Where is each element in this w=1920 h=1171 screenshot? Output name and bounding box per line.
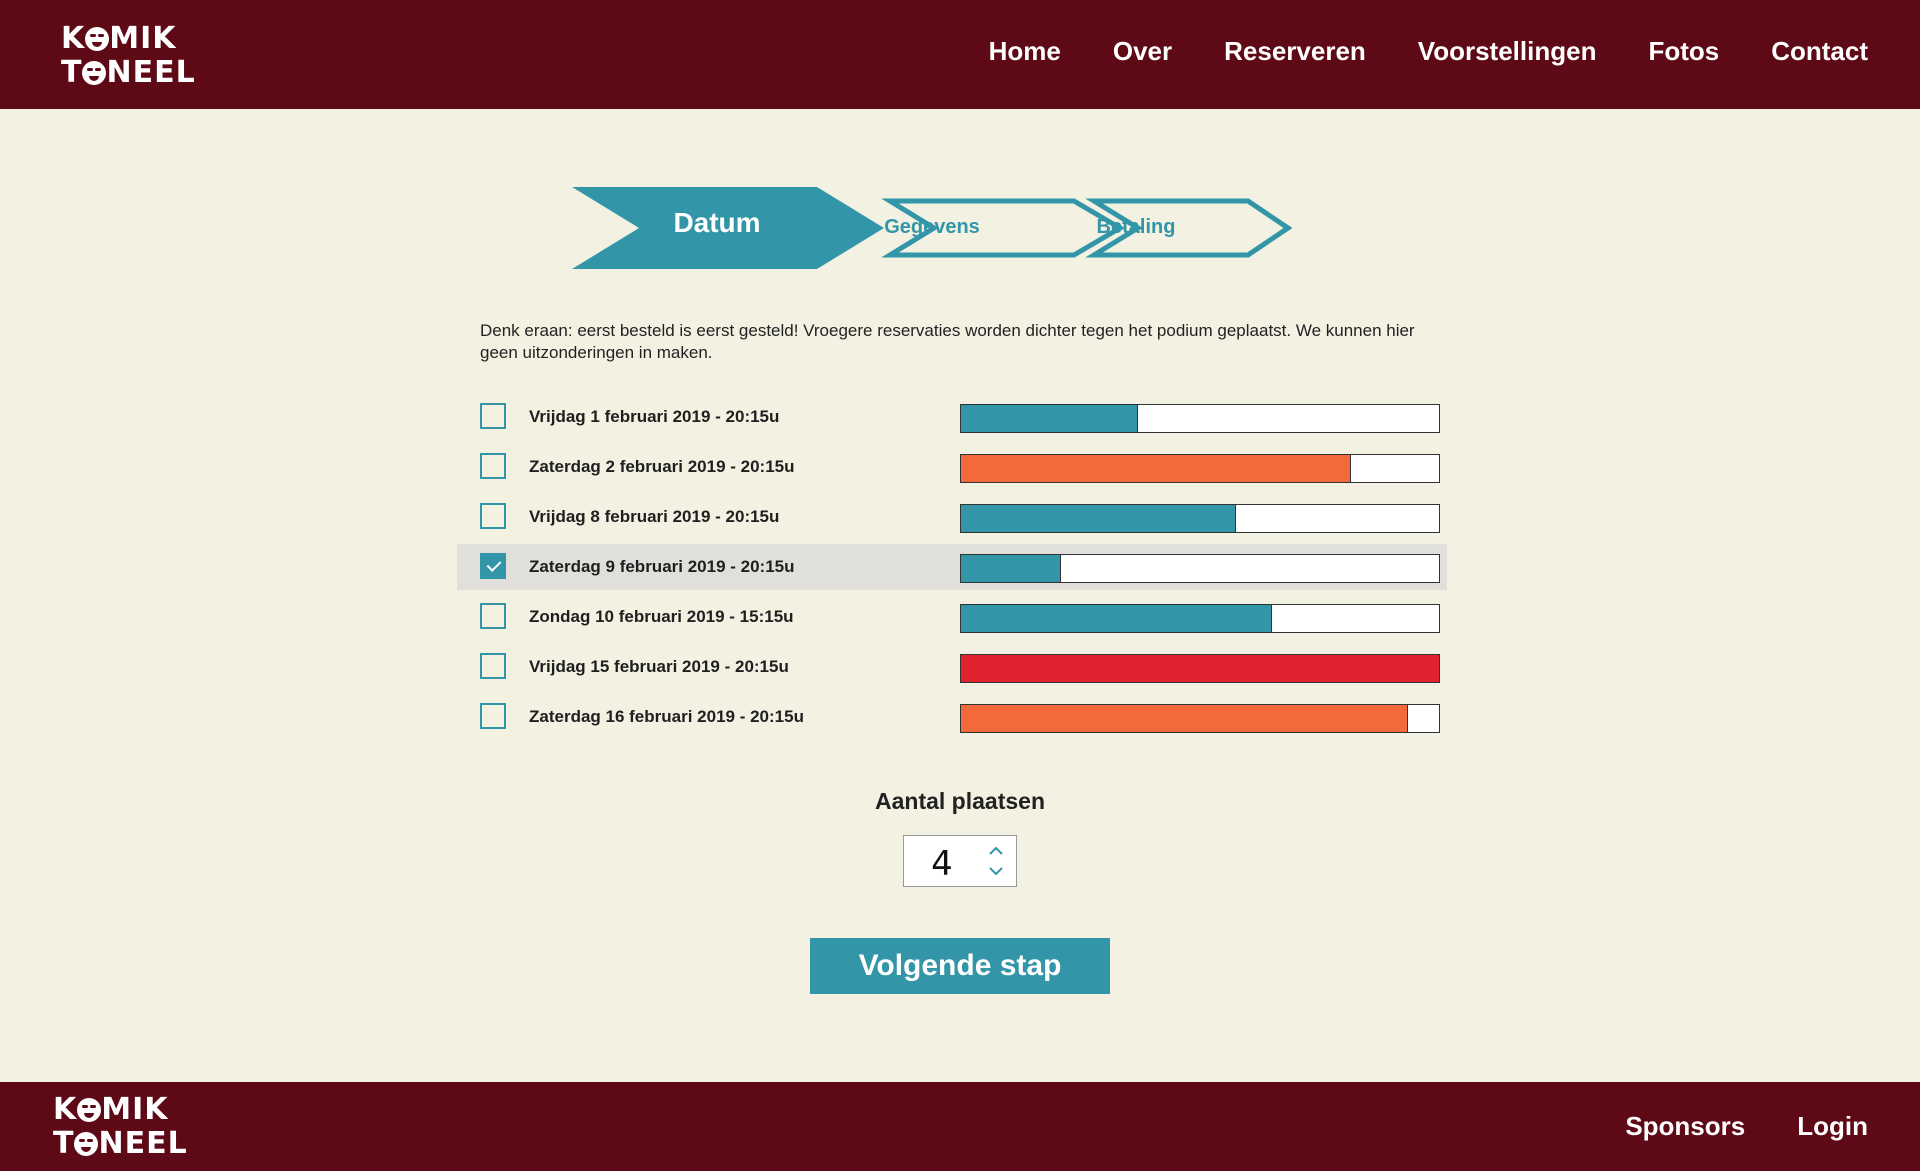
date-option-row[interactable]: Vrijdag 15 februari 2019 - 20:15u	[457, 644, 1447, 690]
chevron-down-icon[interactable]	[984, 862, 1008, 880]
site-header: K MIK T NEEL Home Over Reserveren Voorstel…	[0, 0, 1920, 109]
occupancy-bar	[960, 654, 1440, 683]
date-option-row[interactable]: Vrijdag 8 februari 2019 - 20:15u	[457, 494, 1447, 540]
date-checkbox[interactable]	[480, 453, 506, 479]
footer-logo[interactable]: K MIK T NEEL	[53, 1095, 188, 1159]
occupancy-bar	[960, 704, 1440, 733]
nav-fotos[interactable]: Fotos	[1648, 36, 1719, 67]
nav-over[interactable]: Over	[1113, 36, 1172, 67]
date-label: Vrijdag 8 februari 2019 - 20:15u	[529, 507, 780, 526]
occupancy-bar	[960, 604, 1440, 633]
step-betaling[interactable]: Betaling	[1076, 216, 1196, 239]
date-option-row[interactable]: Zaterdag 2 februari 2019 - 20:15u	[457, 444, 1447, 490]
site-footer: K MIK T NEEL Sponsors Login	[0, 1082, 1920, 1171]
occupancy-bar-fill	[961, 705, 1408, 732]
theater-mask-icon	[82, 61, 107, 85]
main-nav: Home Over Reserveren Voorstellingen Foto…	[989, 36, 1868, 67]
chevron-up-icon[interactable]	[984, 842, 1008, 860]
date-checkbox[interactable]	[480, 653, 506, 679]
next-step-button[interactable]: Volgende stap	[810, 938, 1110, 994]
date-label: Zaterdag 2 februari 2019 - 20:15u	[529, 457, 795, 476]
nav-contact[interactable]: Contact	[1771, 36, 1868, 67]
nav-voorstellingen[interactable]: Voorstellingen	[1418, 36, 1597, 67]
occupancy-bar	[960, 454, 1440, 483]
occupancy-bar-fill	[961, 605, 1272, 632]
step-indicator: Datum Gegevens Betaling	[572, 187, 1292, 269]
quantity-value[interactable]: 4	[904, 844, 980, 884]
occupancy-bar-fill	[961, 655, 1439, 682]
footer-link-sponsors[interactable]: Sponsors	[1625, 1111, 1745, 1142]
occupancy-bar-fill	[961, 455, 1351, 482]
footer-nav: Sponsors Login	[1625, 1111, 1868, 1142]
quantity-label: Aantal plaatsen	[875, 788, 1045, 814]
date-label: Zaterdag 9 februari 2019 - 20:15u	[529, 557, 795, 576]
date-label: Vrijdag 1 februari 2019 - 20:15u	[529, 407, 780, 426]
date-option-row[interactable]: Zondag 10 februari 2019 - 15:15u	[457, 594, 1447, 640]
step-gegevens[interactable]: Gegevens	[872, 216, 992, 239]
occupancy-bar	[960, 504, 1440, 533]
date-option-row[interactable]: Vrijdag 1 februari 2019 - 20:15u	[457, 394, 1447, 440]
theater-mask-icon	[77, 1098, 102, 1122]
date-checkbox[interactable]	[480, 703, 506, 729]
occupancy-bar	[960, 554, 1440, 583]
theater-mask-icon	[85, 27, 110, 51]
nav-home[interactable]: Home	[989, 36, 1061, 67]
quantity-stepper[interactable]: 4	[903, 835, 1017, 887]
date-list: Vrijdag 1 februari 2019 - 20:15u Zaterdag…	[457, 394, 1447, 744]
date-checkbox[interactable]	[480, 403, 506, 429]
occupancy-bar	[960, 404, 1440, 433]
date-label: Zondag 10 februari 2019 - 15:15u	[529, 607, 794, 626]
date-label: Zaterdag 16 februari 2019 - 20:15u	[529, 707, 804, 726]
logo[interactable]: K MIK T NEEL	[61, 24, 196, 88]
occupancy-bar-fill	[961, 405, 1138, 432]
footer-link-login[interactable]: Login	[1797, 1111, 1868, 1142]
date-label: Vrijdag 15 februari 2019 - 20:15u	[529, 657, 789, 676]
theater-mask-icon	[74, 1132, 99, 1156]
nav-reserveren[interactable]: Reserveren	[1224, 36, 1366, 67]
date-option-row[interactable]: Zaterdag 9 februari 2019 - 20:15u	[457, 544, 1447, 590]
intro-text: Denk eraan: eerst besteld is eerst geste…	[480, 321, 1415, 362]
date-checkbox-checked[interactable]	[480, 553, 506, 579]
date-checkbox[interactable]	[480, 603, 506, 629]
date-option-row[interactable]: Zaterdag 16 februari 2019 - 20:15u	[457, 694, 1447, 740]
occupancy-bar-fill	[961, 505, 1236, 532]
occupancy-bar-fill	[961, 555, 1062, 582]
date-checkbox[interactable]	[480, 503, 506, 529]
step-datum[interactable]: Datum	[652, 207, 782, 239]
